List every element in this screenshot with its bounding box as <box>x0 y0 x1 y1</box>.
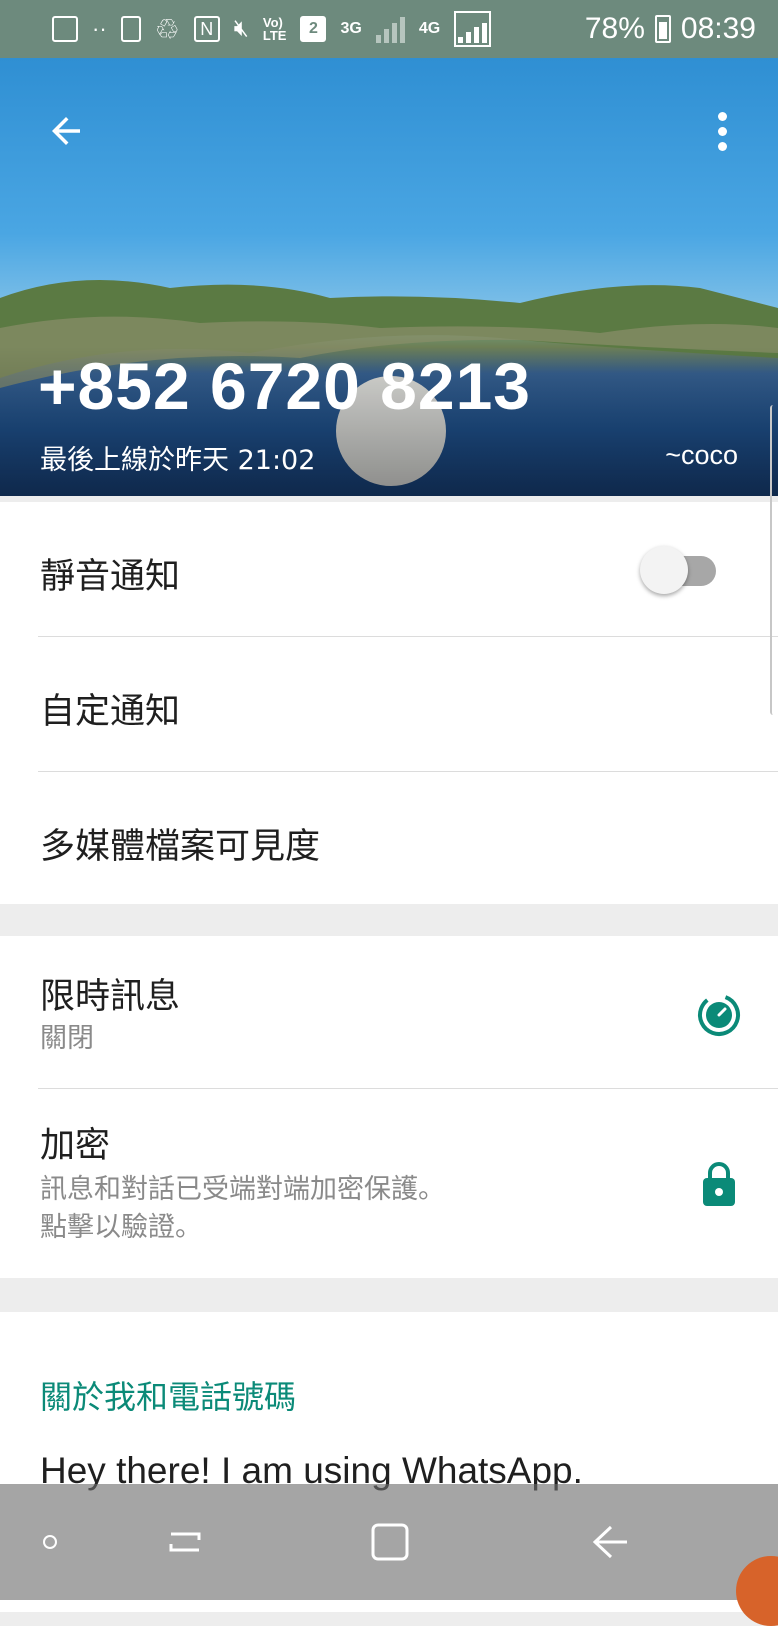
clock: 08:39 <box>680 12 756 45</box>
nav-dot-button[interactable] <box>20 1484 80 1600</box>
network-3g-label: 3G <box>340 20 362 37</box>
back-icon <box>592 1525 627 1559</box>
sim-icon: 2 <box>300 16 327 42</box>
mute-notifications-label: 靜音通知 <box>40 557 181 597</box>
status-bar: ·· ♲ N 🔇︎ Vo) LTE 2 3G 4G 78% 08:39 <box>0 0 778 58</box>
timer-icon <box>698 993 740 1036</box>
scrollbar[interactable] <box>770 405 778 715</box>
battery-saver-icon <box>120 16 141 42</box>
battery-percent: 78% <box>584 12 645 45</box>
home-icon <box>371 1523 409 1561</box>
more-options-button[interactable] <box>700 103 744 159</box>
encryption-verify-hint: 點擊以驗證。 <box>40 1212 202 1243</box>
push-name: ~coco <box>665 440 738 470</box>
contact-phone-number: +852 6720 8213 <box>38 349 531 423</box>
lock-icon <box>703 1162 735 1206</box>
back-button[interactable] <box>38 103 94 159</box>
media-visibility-label: 多媒體檔案可見度 <box>40 827 321 867</box>
custom-notifications-label: 自定通知 <box>40 692 181 732</box>
encryption-row[interactable]: 加密 訊息和對話已受端對端加密保護。 點擊以驗證。 <box>0 1089 778 1278</box>
network-4g-label: 4G <box>418 20 441 37</box>
signal-icon-sim1 <box>375 15 405 43</box>
more-vert-icon-dot <box>717 141 727 151</box>
recents-icon <box>169 1532 201 1552</box>
privacy-settings-card: 限時訊息 關閉 加密 訊息和對話已受端對端加密保護。 點擊以驗證。 <box>0 936 778 1278</box>
encryption-description: 訊息和對話已受端對端加密保護。 <box>40 1174 445 1205</box>
more-vert-icon <box>717 111 727 121</box>
about-section-title: 關於我和電話號碼 <box>40 1378 297 1416</box>
profile-header: +852 6720 8213 最後上線於昨天 21:02 ~coco <box>0 58 778 496</box>
image-icon <box>52 16 78 42</box>
disappearing-messages-row[interactable]: 限時訊息 關閉 <box>0 936 778 1088</box>
disappearing-messages-label: 限時訊息 <box>40 977 181 1017</box>
more-vert-icon-dot <box>717 126 727 136</box>
recents-button[interactable] <box>140 1484 230 1600</box>
home-button[interactable] <box>345 1484 435 1600</box>
nfc-icon: N <box>193 16 220 42</box>
mute-notifications-row[interactable]: 靜音通知 <box>0 502 778 636</box>
volte-icon: Vo) LTE <box>262 15 287 43</box>
more-dots-icon: ·· <box>92 16 107 41</box>
signal-icon <box>454 11 492 47</box>
notification-settings-card: 靜音通知 自定通知 多媒體檔案可見度 <box>0 502 778 904</box>
navigation-bar <box>0 1484 778 1600</box>
encryption-label: 加密 <box>40 1126 111 1166</box>
media-visibility-row[interactable]: 多媒體檔案可見度 <box>0 772 778 904</box>
custom-notifications-row[interactable]: 自定通知 <box>0 637 778 771</box>
back-nav-button[interactable] <box>565 1484 655 1600</box>
mute-toggle[interactable] <box>640 542 722 596</box>
arrow-left-icon <box>52 117 80 145</box>
recycle-icon: ♲ <box>154 13 180 45</box>
battery-icon <box>654 15 671 43</box>
recent-apps-dot-icon <box>43 1535 57 1549</box>
disappearing-messages-value: 關閉 <box>40 1023 94 1054</box>
toggle-thumb <box>640 546 688 594</box>
last-seen: 最後上線於昨天 21:02 <box>40 445 316 476</box>
mute-icon: 🔇︎ <box>233 15 249 42</box>
